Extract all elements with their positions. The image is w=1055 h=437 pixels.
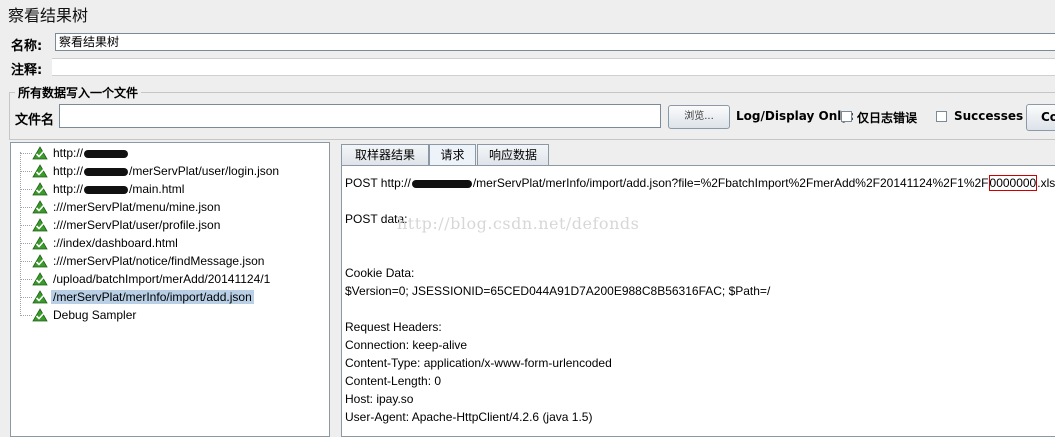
tree-item-label: http:// /merServPlat/user/login.json	[51, 164, 281, 178]
tree-branch-line	[20, 170, 32, 172]
tab-request[interactable]: 请求	[429, 144, 476, 166]
header-line: Content-Length: 0	[345, 374, 442, 388]
tree-item-label: /merServPlat/merInfo/import/add.json	[51, 290, 254, 304]
tree-item[interactable]: http:// /main.html	[20, 180, 186, 198]
sampler-success-icon	[32, 200, 48, 214]
request-line-suffix: .xls	[1037, 176, 1055, 190]
header-line: Content-Type: application/x-www-form-url…	[345, 356, 612, 370]
tree-item-path: /merServPlat/user/login.json	[129, 164, 280, 178]
tree-item-text: Debug Sampler	[53, 308, 137, 322]
split-pane-divider[interactable]	[330, 142, 340, 437]
tree-item-text: :///merServPlat/menu/mine.json	[53, 200, 221, 214]
sampler-success-icon	[32, 146, 48, 160]
successes-label: Successes	[954, 109, 1024, 123]
watermark: http://blog.csdn.net/defonds	[397, 214, 640, 233]
tree-branch-line	[20, 188, 32, 190]
tree-item-text: http://	[53, 146, 84, 160]
sampler-success-icon	[32, 290, 48, 304]
comment-label: 注释:	[11, 63, 43, 78]
tree-item[interactable]: :///merServPlat/user/profile.json	[20, 216, 222, 234]
tree-item-text: :///merServPlat/notice/findMessage.json	[53, 254, 265, 268]
tree-item[interactable]: http:// /merServPlat/user/login.json	[20, 162, 281, 180]
tree-item[interactable]: ://index/dashboard.html	[20, 234, 180, 252]
sampler-success-icon	[32, 308, 48, 322]
file-name-label: 文件名	[15, 113, 55, 128]
sampler-success-icon	[32, 236, 48, 250]
tree-item-label: :///merServPlat/notice/findMessage.json	[51, 254, 266, 268]
tree-item-text: http://	[53, 164, 84, 178]
tree-item-text: /merServPlat/merInfo/import/add.json	[53, 290, 252, 304]
tree-item-label: http://	[51, 146, 131, 160]
tree-item-label: /upload/batchImport/merAdd/20141124/1	[51, 272, 272, 286]
sampler-success-icon	[32, 218, 48, 232]
tab-response-data[interactable]: 响应数据	[477, 144, 549, 165]
tree-branch-line	[20, 152, 32, 154]
tree-branch-line	[20, 260, 32, 262]
tree-item-label: :///merServPlat/menu/mine.json	[51, 200, 222, 214]
tab-sampler-result[interactable]: 取样器结果	[341, 144, 429, 165]
highlighted-filename: 0000000	[988, 175, 1038, 191]
cookie-data-label: Cookie Data:	[345, 266, 415, 280]
sampler-success-icon	[32, 164, 48, 178]
request-line-prefix: POST http://	[345, 176, 411, 190]
tree-item-label: Debug Sampler	[51, 308, 138, 322]
request-headers-label: Request Headers:	[345, 320, 442, 334]
sampler-success-icon	[32, 254, 48, 268]
tree-branch-line	[20, 296, 32, 298]
sampler-success-icon	[32, 182, 48, 196]
tree-item-label: http:// /main.html	[51, 182, 186, 196]
redacted-host	[84, 185, 129, 194]
tree-item-label: ://index/dashboard.html	[51, 236, 180, 250]
file-name-input[interactable]	[59, 104, 661, 128]
tree-branch-line	[20, 242, 32, 244]
window-title: 察看结果树	[8, 6, 89, 25]
file-group-title: 所有数据写入一个文件	[15, 84, 142, 101]
header-line: Connection: keep-alive	[345, 338, 468, 352]
name-label: 名称:	[11, 39, 43, 54]
cookie-data-value: $Version=0; JSESSIONID=65CED044A91D7A200…	[345, 284, 771, 298]
header-line: User-Agent: Apache-HttpClient/4.2.6 (jav…	[345, 410, 593, 424]
tree-branch-line	[20, 278, 32, 280]
header-line: Host: ipay.so	[345, 392, 414, 406]
tree-item-text: /upload/batchImport/merAdd/20141124/1	[53, 272, 271, 286]
tree-branch-line	[20, 224, 32, 226]
tree-item[interactable]: :///merServPlat/notice/findMessage.json	[20, 252, 266, 270]
successes-checkbox[interactable]	[936, 111, 947, 122]
tree-item[interactable]: /upload/batchImport/merAdd/20141124/1	[20, 270, 272, 288]
request-line-path: /merServPlat/merInfo/import/add.json?fil…	[472, 176, 989, 190]
name-input[interactable]: 察看结果树	[55, 33, 1055, 51]
tree-item-text: http://	[53, 182, 84, 196]
request-line: POST http:// /merServPlat/merInfo/import/…	[345, 175, 1055, 191]
tree-item[interactable]: :///merServPlat/menu/mine.json	[20, 198, 222, 216]
tree-item-text: :///merServPlat/user/profile.json	[53, 218, 221, 232]
redacted-host	[84, 167, 129, 176]
tree-item-label: :///merServPlat/user/profile.json	[51, 218, 222, 232]
configure-button[interactable]: Co	[1026, 104, 1055, 131]
tree-item[interactable]: /merServPlat/merInfo/import/add.json	[20, 288, 254, 306]
sampler-success-icon	[32, 272, 48, 286]
tree-item-text: ://index/dashboard.html	[53, 236, 178, 250]
errors-only-label: 仅日志错误	[857, 111, 918, 125]
tree-item[interactable]: Debug Sampler	[20, 306, 138, 324]
tree-item-path: /main.html	[129, 182, 185, 196]
tree-branch-line	[20, 314, 32, 316]
browse-button[interactable]: 浏览...	[668, 105, 730, 129]
tree-item[interactable]: http://	[20, 144, 131, 162]
redacted-host	[411, 179, 472, 188]
comment-input[interactable]	[52, 58, 1055, 76]
errors-only-checkbox[interactable]	[841, 111, 852, 122]
redacted-host	[84, 149, 129, 158]
tree-branch-line	[20, 206, 32, 208]
log-display-label: Log/Display Only:	[736, 109, 854, 123]
request-content-panel[interactable]	[341, 165, 1055, 437]
